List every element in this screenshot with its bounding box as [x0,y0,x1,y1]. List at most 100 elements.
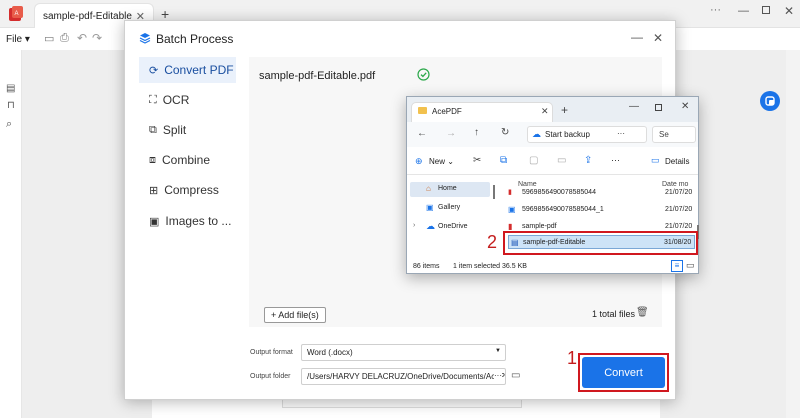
dialog-title: Batch Process [156,32,234,46]
status-item-count: 86 items [413,263,440,270]
column-date[interactable]: Date mo [662,181,688,188]
nav-compress[interactable]: ⊞ Compress [139,177,236,203]
pages-icon[interactable]: ▤ [6,83,15,94]
nav-ocr[interactable]: ⛶ OCR [139,87,236,113]
nav-images-to[interactable]: ▣ Images to ... [139,208,236,234]
file-row-date: 21/07/20 [665,223,693,230]
file-row[interactable]: ▮ 5969856490078585044 21/07/20 [508,188,695,197]
dialog-minimize-icon[interactable]: — [631,30,643,44]
sidebar-scrollbar[interactable] [493,185,495,199]
new-icon[interactable]: ⊕ [415,156,423,167]
file-menu[interactable]: File ▾ [6,34,30,45]
onedrive-icon: ☁ [426,221,435,231]
gallery-icon: ▣ [426,203,434,212]
undo-icon[interactable]: ↶ [77,31,87,45]
image-file-icon: ▣ [508,205,516,214]
search-placeholder: Se [659,130,669,139]
maximize-icon[interactable] [762,6,770,14]
ai-assistant-button[interactable] [760,91,780,111]
output-folder-label: Output folder [250,373,291,380]
sidebar-item-gallery[interactable]: ▣ Gallery [410,201,490,216]
paste-icon[interactable]: ▢ [529,155,538,166]
rename-icon[interactable]: ▭ [557,155,566,166]
explorer-maximize-icon[interactable] [655,104,662,111]
explorer-new-tab-button[interactable]: + [561,103,568,117]
output-folder-field[interactable]: /Users/HARVY DELACRUZ/OneDrive/Documents… [301,368,506,385]
split-icon: ⧉ [149,123,157,136]
explorer-tab-close-icon[interactable]: ✕ [541,106,549,117]
add-files-button[interactable]: + Add file(s) [264,307,326,323]
column-name[interactable]: Name [518,181,537,188]
file-row[interactable]: ▣ 5969856490078585044_1 21/07/20 [508,203,695,216]
nav-convert-pdf[interactable]: ⟳ Convert PDF [139,57,236,83]
status-selected: 1 item selected [453,263,501,270]
list-view-icon[interactable]: ≡ [671,260,683,272]
address-bar[interactable]: ☁ Start backup ··· [527,126,647,143]
back-icon[interactable]: ← [417,128,427,139]
combine-icon: ⧈ [149,153,156,166]
refresh-icon[interactable]: ↻ [501,127,509,138]
file-row-date: 21/07/20 [665,206,693,213]
more-icon[interactable]: ··· [710,4,721,16]
nav-combine[interactable]: ⧈ Combine [139,147,236,173]
status-size: 36.5 KB [502,263,527,270]
convert-button[interactable]: Convert [582,357,665,388]
file-row-name: 5969856490078585044 [522,188,596,196]
minimize-icon[interactable]: — [738,5,749,17]
svg-text:A: A [15,11,19,17]
forward-icon[interactable]: → [446,128,456,139]
trash-icon[interactable]: 🗑 [636,307,649,318]
tab-title: sample-pdf-Editable [43,11,132,22]
app-logo-icon: A [8,6,24,22]
convert-icon: ⟳ [149,64,159,77]
images-icon: ▣ [149,215,160,228]
search-icon[interactable]: ⌕ [6,118,12,131]
file-row-name: 5969856490078585044_1 [522,206,604,213]
nav-label: Images to ... [165,214,232,228]
pdf-file-icon: ▮ [508,222,513,231]
save-icon[interactable]: ▭ [44,32,54,45]
sidebar-label: Gallery [438,204,461,211]
explorer-tab[interactable]: AcePDF ✕ [411,102,553,122]
chevron-right-icon: › [413,222,416,229]
new-button[interactable]: New ⌄ [429,157,454,166]
sidebar-label: OneDrive [438,223,468,230]
nav-label: Split [162,123,187,137]
pdf-file-icon: ▮ [508,189,512,196]
annotation-highlight-2 [503,231,698,255]
explorer-minimize-icon[interactable]: — [629,101,639,112]
file-row-name: sample-pdf [522,223,557,230]
sidebar-item-home[interactable]: ⌂ Home [410,182,490,197]
nav-split[interactable]: ⧉ Split [139,117,236,143]
print-icon[interactable]: ⎙ [60,32,69,45]
copy-icon[interactable]: ⧉ [500,155,507,166]
compress-icon: ⊞ [149,184,159,197]
output-format-value: Word (.docx) [307,348,353,357]
command-more[interactable]: ··· [611,155,620,165]
folder-more-button[interactable]: ··· [494,371,502,380]
ocr-icon: ⛶ [149,93,157,106]
folder-icon[interactable]: ▭ [511,370,520,381]
share-icon[interactable]: ⇪ [584,155,592,166]
dialog-close-icon[interactable]: ✕ [653,31,663,45]
redo-icon[interactable]: ↷ [92,31,102,45]
details-icon[interactable]: ▭ [651,155,660,166]
tiles-view-icon[interactable]: ▭ [686,260,695,271]
left-sidebar: ▤ ⊓ ⌕ [0,50,22,418]
file-name: sample-pdf-Editable.pdf [259,70,376,82]
sidebar-item-onedrive[interactable]: › ☁ OneDrive [410,220,490,235]
bookmark-icon[interactable]: ⊓ [7,100,15,111]
address-more[interactable]: ··· [617,129,625,138]
window-close-icon[interactable]: ✕ [784,4,794,18]
search-box[interactable]: Se [652,126,696,143]
cut-icon[interactable]: ✂ [473,155,481,166]
nav-label: Convert PDF [164,63,234,77]
nav-label: OCR [162,93,190,107]
explorer-close-icon[interactable]: ✕ [681,101,689,112]
output-format-select[interactable]: Word (.docx) ▼ [301,344,506,361]
sidebar-label: Home [438,185,457,192]
right-scrollbar[interactable] [786,50,800,418]
details-button[interactable]: Details [665,157,689,166]
up-icon[interactable]: ↑ [474,127,479,138]
nav-label: Compress [164,183,219,197]
